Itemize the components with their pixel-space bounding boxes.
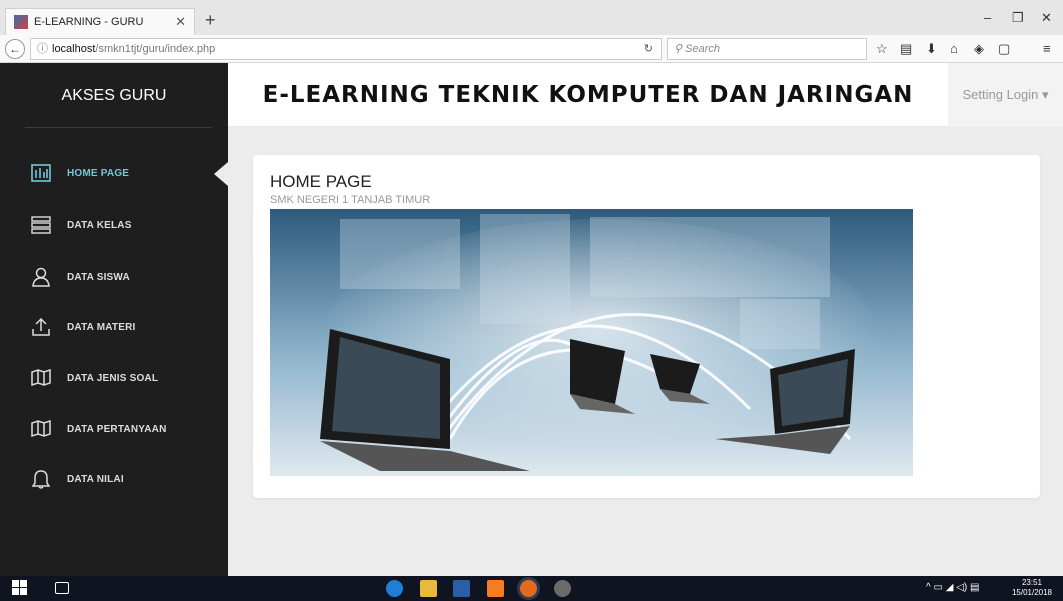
bell-icon	[30, 468, 52, 490]
screenshot-icon[interactable]: ▢	[998, 41, 1010, 57]
sidebar-divider	[25, 127, 212, 128]
close-window-button[interactable]: ✕	[1041, 10, 1052, 26]
hero-banner-image	[270, 209, 913, 476]
tab-title: E-LEARNING - GURU	[34, 16, 144, 28]
url-path: /smkn1tjt/guru/index.php	[95, 43, 216, 55]
pocket-icon[interactable]: ◈	[974, 41, 984, 57]
sidebar-item-home-page[interactable]: HOME PAGE	[0, 148, 228, 198]
back-button[interactable]: ←	[5, 39, 25, 59]
sidebar-item-label: DATA PERTANYAAN	[67, 423, 167, 435]
bookmark-star-icon[interactable]: ☆	[876, 41, 888, 57]
map-icon	[30, 367, 52, 389]
edge-icon[interactable]	[386, 580, 403, 597]
sidebar-item-data-nilai[interactable]: DATA NILAI	[0, 454, 228, 504]
url-host: localhost	[52, 43, 96, 55]
clock-time: 23:51	[1021, 578, 1043, 587]
sidebar-item-data-jenis-soal[interactable]: DATA JENIS SOAL	[0, 353, 228, 403]
sidebar-item-data-materi[interactable]: DATA MATERI	[0, 302, 228, 352]
word-icon[interactable]	[453, 580, 470, 597]
sidebar-item-label: DATA MATERI	[67, 321, 136, 333]
server-icon	[30, 214, 52, 236]
address-bar[interactable]: ⓘ localhost/smkn1tjt/guru/index.php ↻	[30, 38, 662, 60]
site-favicon-icon	[14, 15, 28, 29]
minimize-button[interactable]: –	[984, 10, 991, 25]
windows-taskbar: ^ ▭ ◢ ◁) ▤ 23:51 15/01/2018	[0, 576, 1063, 601]
clock-date: 15/01/2018	[1011, 588, 1053, 597]
system-tray-icons[interactable]: ^ ▭ ◢ ◁) ▤	[926, 582, 979, 594]
search-placeholder: Search	[685, 43, 720, 55]
home-icon[interactable]: ⌂	[950, 41, 958, 56]
tab-close-icon[interactable]: ✕	[175, 14, 186, 30]
browser-navbar: ← ⓘ localhost/smkn1tjt/guru/index.php ↻ ⚲…	[0, 35, 1063, 63]
card-title: HOME PAGE	[270, 172, 372, 191]
page-header: E-LEARNING TEKNIK KOMPUTER DAN JARINGAN …	[228, 63, 1063, 127]
sidebar-item-data-siswa[interactable]: DATA SISWA	[0, 252, 228, 302]
active-indicator	[214, 162, 228, 186]
map-icon	[30, 418, 52, 440]
restore-button[interactable]: ❐	[1012, 10, 1024, 26]
paint-icon[interactable]	[554, 580, 571, 597]
reading-list-icon[interactable]: ▤	[900, 41, 912, 57]
sidebar-item-data-kelas[interactable]: DATA KELAS	[0, 200, 228, 250]
browser-tab[interactable]: E-LEARNING - GURU ✕	[5, 8, 195, 35]
xampp-icon[interactable]	[487, 580, 504, 597]
user-icon	[30, 266, 52, 288]
home-card: HOME PAGE SMK NEGERI 1 TANJAB TIMUR	[253, 155, 1040, 498]
new-tab-button[interactable]: +	[205, 10, 216, 31]
sidebar-brand[interactable]: AKSES GURU	[0, 63, 228, 129]
card-subtitle: SMK NEGERI 1 TANJAB TIMUR	[270, 194, 431, 206]
firefox-icon[interactable]	[520, 580, 537, 597]
task-view-icon[interactable]	[55, 582, 69, 594]
sidebar-item-label: DATA KELAS	[67, 219, 132, 231]
sidebar-item-data-pertanyaan[interactable]: DATA PERTANYAAN	[0, 404, 228, 454]
upload-icon	[30, 316, 52, 338]
main-content: HOME PAGE SMK NEGERI 1 TANJAB TIMUR	[228, 127, 1063, 576]
chart-icon	[30, 162, 52, 184]
sidebar-item-label: DATA SISWA	[67, 271, 130, 283]
taskbar-clock[interactable]: 23:51 15/01/2018	[1004, 578, 1060, 598]
sidebar: AKSES GURU HOME PAGE DATA KELAS DATA SIS…	[0, 63, 228, 576]
file-explorer-icon[interactable]	[420, 580, 437, 597]
menu-icon[interactable]: ≡	[1043, 41, 1051, 56]
download-icon[interactable]: ⬇	[926, 41, 937, 57]
site-title: E-LEARNING TEKNIK KOMPUTER DAN JARINGAN	[262, 82, 914, 108]
info-icon[interactable]: ⓘ	[37, 43, 48, 55]
reload-icon[interactable]: ↻	[644, 39, 653, 59]
sidebar-item-label: DATA JENIS SOAL	[67, 372, 159, 384]
search-icon: ⚲	[674, 43, 686, 55]
sidebar-item-label: HOME PAGE	[67, 167, 130, 179]
browser-tabstrip: E-LEARNING - GURU ✕ + – ❐ ✕	[0, 0, 1063, 35]
windows-start-icon[interactable]	[12, 580, 29, 597]
search-input[interactable]: ⚲ Search	[667, 38, 867, 60]
sidebar-item-label: DATA NILAI	[67, 473, 124, 485]
setting-login-dropdown[interactable]: Setting Login ▾	[948, 63, 1063, 127]
